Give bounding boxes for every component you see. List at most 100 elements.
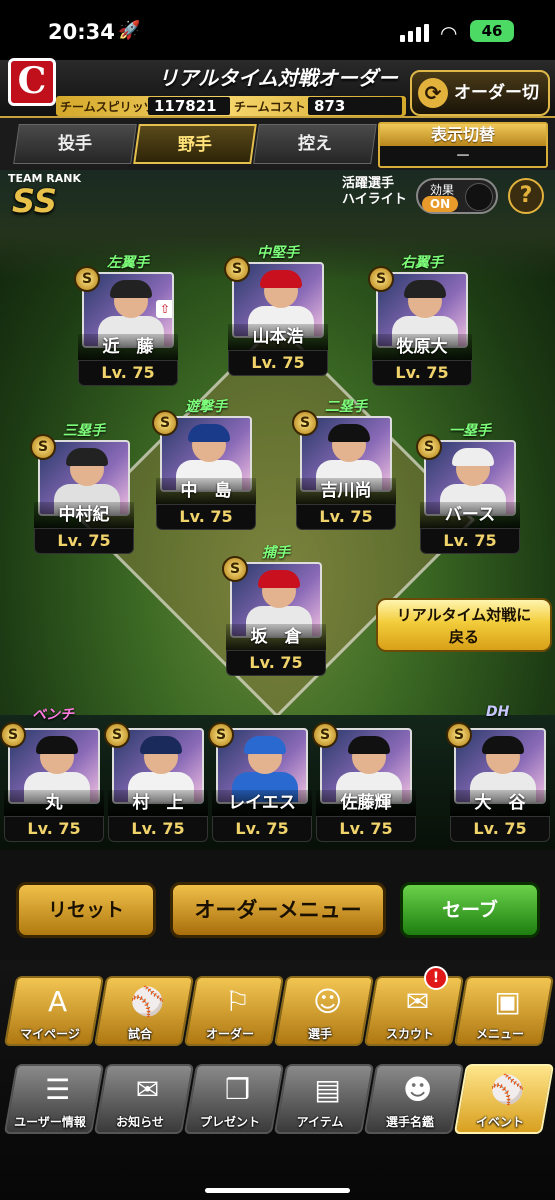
player-card-catcher[interactable]: 捕手 S 坂 倉 Lv. 75	[222, 545, 326, 678]
wifi-icon: ◠	[440, 21, 458, 45]
player-card-first-base[interactable]: 一塁手 S バース Lv. 75	[416, 423, 520, 556]
tab-bench[interactable]: 控え	[253, 124, 377, 164]
nav-icon: ⚐	[225, 985, 251, 1018]
player-name: 中村紀	[34, 502, 134, 528]
highlight-label: 活躍選手 ハイライト	[342, 176, 407, 208]
rarity-s-icon: S	[208, 722, 234, 748]
player-card-right-field[interactable]: 右翼手 S 牧原大 Lv. 75	[368, 255, 472, 388]
tab-fielder[interactable]: 野手	[133, 124, 257, 164]
bench-card[interactable]: S レイエス Lv. 75	[208, 722, 312, 844]
player-name: バース	[420, 502, 520, 528]
dh-label: DH	[486, 704, 510, 720]
nav-nav-row_1-item-5[interactable]: ▣ メニュー	[453, 976, 555, 1046]
highlight-label-1: 活躍選手	[342, 176, 395, 191]
screen: 20:34 🚀 ◠ 46 C リアルタイム対戦オーダー チームスピリッツ 117…	[0, 0, 555, 1200]
nav-icon: A	[48, 985, 68, 1018]
nav-nav-row_1-item-1[interactable]: ⚾ 試合	[93, 976, 195, 1046]
order-switch-button[interactable]: ⟳ オーダー切替	[410, 70, 550, 145]
nav-nav-row_2-item-4[interactable]: ☻ 選手名鑑	[363, 1064, 465, 1134]
signal-icon	[400, 24, 432, 42]
dh-card[interactable]: S 大 谷 Lv. 75	[446, 722, 550, 844]
bench-card[interactable]: S 佐藤輝 Lv. 75	[312, 722, 416, 844]
nav-nav-row_1-item-2[interactable]: ⚐ オーダー	[183, 976, 285, 1046]
player-card-left-field[interactable]: 左翼手 ⇧ S 近 藤 Lv. 75	[74, 255, 178, 388]
player-level: Lv. 75	[296, 504, 396, 530]
team-rank-value: SS	[12, 182, 57, 220]
player-name: 牧原大	[372, 334, 472, 360]
return-line-2: 戻る	[448, 628, 479, 646]
player-name: 山本浩	[228, 324, 328, 350]
nav-icon: ☺	[312, 985, 343, 1018]
display-switch[interactable]: 表示切替 －	[378, 122, 548, 168]
tab-pitcher[interactable]: 投手	[13, 124, 137, 164]
nav-nav-row_1-item-3[interactable]: ☺ 選手	[273, 976, 375, 1046]
team-logo: C	[8, 58, 56, 106]
bench-card[interactable]: S 村 上 Lv. 75	[104, 722, 208, 844]
nav-label: アイテム	[296, 1115, 344, 1129]
nav-icon: ✉	[135, 1073, 160, 1106]
nav-label: 試合	[128, 1027, 153, 1041]
nav-nav-row_2-item-1[interactable]: ✉ お知らせ	[93, 1064, 195, 1134]
player-level: Lv. 75	[78, 360, 178, 386]
tab-bench-label: 控え	[298, 134, 332, 154]
cost-label: チームコスト	[234, 100, 306, 114]
player-level: Lv. 75	[156, 504, 256, 530]
player-name: 村 上	[108, 790, 208, 816]
rarity-s-icon: S	[446, 722, 472, 748]
nav-label: オーダー	[206, 1027, 255, 1041]
rarity-s-icon: S	[222, 556, 248, 582]
nav-nav-row_2-item-0[interactable]: ☰ ユーザー情報	[3, 1064, 105, 1134]
nav-icon: ❒	[225, 1073, 251, 1106]
rarity-s-icon: S	[74, 266, 100, 292]
nav-nav-row_2-item-2[interactable]: ❒ プレゼント	[183, 1064, 285, 1134]
bench-card[interactable]: S 丸 Lv. 75	[0, 722, 104, 844]
help-button[interactable]: ?	[508, 178, 544, 214]
nav-icon: ☰	[45, 1073, 71, 1106]
spirit-label: チームスピリッツ	[60, 100, 156, 114]
player-level: Lv. 75	[450, 816, 550, 842]
save-button[interactable]: セーブ	[400, 882, 540, 938]
player-card-third-base[interactable]: 三塁手 S 中村紀 Lv. 75	[30, 423, 134, 556]
return-to-match-button[interactable]: リアルタイム対戦に 戻る	[376, 598, 552, 652]
rarity-s-icon: S	[0, 722, 26, 748]
player-level: Lv. 75	[226, 650, 326, 676]
player-level: Lv. 75	[316, 816, 416, 842]
nav-nav-row_2-item-3[interactable]: ▤ アイテム	[273, 1064, 375, 1134]
rarity-s-icon: S	[30, 434, 56, 460]
rarity-s-icon: S	[224, 256, 250, 282]
player-card-second-base[interactable]: 二塁手 S 吉川尚 Lv. 75	[292, 399, 396, 532]
clock: 20:34	[48, 20, 115, 44]
nav-label: お知らせ	[116, 1115, 164, 1129]
home-indicator	[205, 1188, 350, 1193]
player-card-shortstop[interactable]: 遊撃手 S 中 島 Lv. 75	[152, 399, 256, 532]
nav-icon: ☻	[402, 1073, 433, 1106]
nav-nav-row_2-item-5[interactable]: ⚾ イベント	[453, 1064, 555, 1134]
battery-icon: 46	[470, 20, 514, 42]
nav-label: メニュー	[476, 1027, 525, 1041]
reset-button[interactable]: リセット	[16, 882, 156, 938]
nav-nav-row_1-item-0[interactable]: A マイページ	[3, 976, 105, 1046]
nav-icon: ▤	[314, 1073, 341, 1106]
switch-arrows-icon: ⟳	[418, 78, 448, 108]
bench-label: ベンチ	[32, 707, 74, 723]
display-switch-label: 表示切替	[380, 124, 546, 146]
nav-nav-row_1-item-4[interactable]: ✉ スカウト	[363, 976, 465, 1046]
effect-toggle[interactable]: 効果 ON	[416, 178, 498, 214]
nav-icon: ⚾	[130, 985, 166, 1018]
nav-icon: ▣	[494, 985, 521, 1018]
nav-label: 選手	[308, 1027, 333, 1041]
player-level: Lv. 75	[212, 816, 312, 842]
rarity-s-icon: S	[416, 434, 442, 460]
nav-label: 選手名鑑	[386, 1115, 435, 1129]
return-line-1: リアルタイム対戦に	[396, 606, 532, 624]
status-bar: 20:34 🚀 ◠ 46	[0, 0, 555, 60]
nav-label: スカウト	[386, 1027, 435, 1041]
player-name: レイエス	[212, 790, 312, 816]
rarity-s-icon: S	[104, 722, 130, 748]
nav-label: プレゼント	[200, 1115, 261, 1129]
player-name: 吉川尚	[296, 478, 396, 504]
order-menu-button[interactable]: オーダーメニュー	[170, 882, 386, 938]
player-level: Lv. 75	[420, 528, 520, 554]
player-card-center-field[interactable]: 中堅手 S 山本浩 Lv. 75	[224, 245, 328, 378]
player-level: Lv. 75	[34, 528, 134, 554]
